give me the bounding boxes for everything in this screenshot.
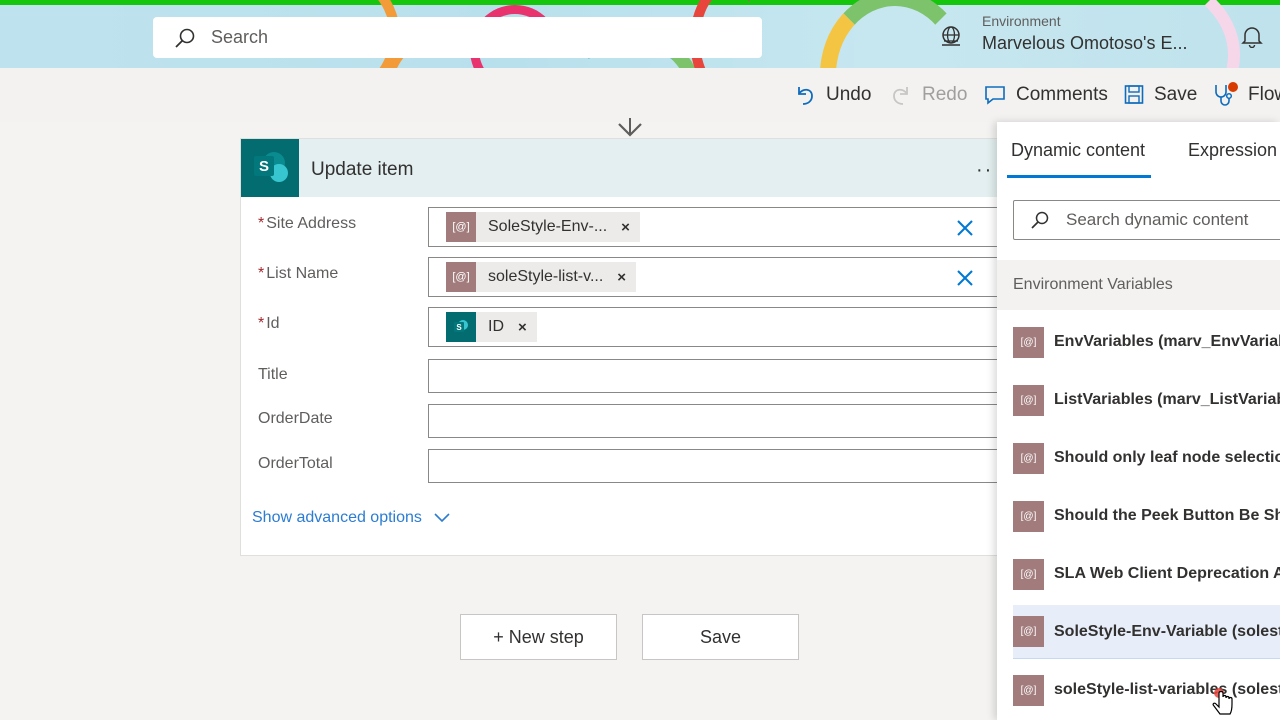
list-name-token[interactable]: [@] soleStyle-list-v... × (446, 262, 637, 292)
section-title: Environment Variables (1013, 276, 1173, 293)
action-title[interactable]: Update item (311, 159, 413, 181)
variable-token-icon: [@] (1013, 442, 1044, 474)
id-label: * Id (258, 315, 280, 332)
global-search-box[interactable]: Search (153, 17, 762, 58)
variable-token-icon: [@] (446, 212, 476, 242)
order-total-input[interactable] (428, 449, 1008, 483)
variable-token-icon: [@] (1013, 674, 1044, 706)
hand-cursor-icon (1210, 685, 1236, 717)
show-advanced-options-link[interactable]: Show advanced options (252, 509, 450, 527)
id-token[interactable]: S ID × (446, 312, 537, 342)
remove-token-icon[interactable]: × (518, 319, 527, 336)
comments-label: Comments (1016, 84, 1108, 105)
undo-button[interactable]: Undo (794, 80, 871, 110)
title-input[interactable] (428, 359, 1008, 393)
notifications-bell-icon[interactable] (1240, 24, 1264, 49)
save-icon (1124, 85, 1144, 104)
search-icon (173, 26, 197, 50)
svg-text:S: S (259, 158, 269, 175)
clear-field-icon[interactable] (956, 219, 974, 237)
variable-token-icon: [@] (1013, 326, 1044, 358)
dynamic-item-label: SoleStyle-Env-Variable (solestyl_ (1054, 622, 1280, 640)
dynamic-item[interactable]: [@] EnvVariables (marv_EnvVariables (1013, 322, 1280, 362)
dynamic-item[interactable]: [@] soleStyle-list-variables (solestyl_ (1013, 670, 1280, 710)
tab-expression[interactable]: Expression (1188, 140, 1277, 161)
action-card-header[interactable]: S Update item ·· (241, 139, 999, 197)
dynamic-item[interactable]: [@] Should only leaf node selection (1013, 438, 1280, 478)
comment-icon (985, 86, 1005, 105)
environment-globe-icon[interactable] (938, 24, 964, 50)
site-address-token[interactable]: [@] SoleStyle-Env-... × (446, 212, 640, 242)
dynamic-item[interactable]: [@] ListVariables (marv_ListVariables (1013, 380, 1280, 420)
connector-arrow-icon (616, 118, 644, 140)
list-name-label: * List Name (258, 265, 339, 282)
stethoscope-icon (1215, 82, 1238, 106)
dynamic-item-label: Should the Peek Button Be Show (1054, 507, 1280, 524)
chevron-down-icon (434, 513, 450, 523)
order-total-label: OrderTotal (258, 455, 333, 472)
redo-label: Redo (922, 84, 968, 105)
comments-button[interactable]: Comments (984, 80, 1108, 110)
order-date-input[interactable] (428, 404, 1008, 438)
more-options-icon[interactable]: ·· (976, 159, 993, 182)
dynamic-item-label: EnvVariables (marv_EnvVariables (1054, 333, 1280, 350)
dynamic-item[interactable]: [@] SLA Web Client Deprecation Ack (1013, 554, 1280, 594)
token-text: SoleStyle-Env-... (488, 218, 608, 235)
dynamic-item-label: Should only leaf node selection (1054, 449, 1280, 466)
dynamic-search-placeholder: Search dynamic content (1066, 210, 1249, 229)
dynamic-content-panel: Dynamic content Expression Search dynami… (997, 122, 1280, 720)
update-item-action-card: S Update item ·· * Site Address [@] SoleS… (240, 138, 1008, 556)
environment-label: Environment (982, 13, 1061, 29)
flow-checker-button[interactable]: Flow (1212, 80, 1280, 110)
order-date-label: OrderDate (258, 410, 333, 427)
save-command-button[interactable]: Save (1124, 80, 1197, 110)
sharepoint-logo-icon: S (241, 139, 299, 197)
top-banner: Search Environment Marvelous Omotoso's E… (0, 0, 1280, 68)
show-advanced-options-label: Show advanced options (252, 509, 422, 526)
active-tab-indicator (1007, 175, 1151, 178)
variable-token-icon: [@] (1013, 558, 1044, 590)
variable-token-icon: [@] (1013, 616, 1044, 647)
flow-checker-label: Flow (1248, 84, 1280, 105)
new-step-button[interactable]: + New step (460, 614, 617, 660)
token-text: ID (488, 318, 504, 335)
dynamic-item-label: soleStyle-list-variables (solestyl_ (1054, 681, 1280, 698)
id-field[interactable]: S ID × (428, 307, 1008, 347)
svg-text:S: S (456, 323, 462, 332)
site-address-field[interactable]: [@] SoleStyle-Env-... × (428, 207, 1008, 247)
title-label: Title (258, 366, 288, 383)
environment-variables-section: Environment Variables (997, 260, 1280, 310)
remove-token-icon[interactable]: × (617, 269, 626, 286)
environment-name[interactable]: Marvelous Omotoso's E... (982, 33, 1188, 54)
dynamic-item[interactable]: [@] Should the Peek Button Be Show (1013, 496, 1280, 536)
dynamic-item-hovered[interactable]: [@] SoleStyle-Env-Variable (solestyl_ (1013, 605, 1280, 659)
redo-button[interactable]: Redo (890, 80, 967, 110)
variable-token-icon: [@] (1013, 384, 1044, 416)
token-text: soleStyle-list-v... (488, 268, 604, 285)
dynamic-content-search[interactable]: Search dynamic content (1013, 200, 1280, 240)
variable-token-icon: [@] (1013, 500, 1044, 532)
dynamic-item-label: ListVariables (marv_ListVariables (1054, 391, 1280, 408)
tab-dynamic-content[interactable]: Dynamic content (1011, 140, 1145, 161)
redo-icon (893, 87, 908, 105)
save-command-label: Save (1154, 84, 1198, 105)
dynamic-item-label: SLA Web Client Deprecation Ack (1054, 565, 1280, 582)
list-name-field[interactable]: [@] soleStyle-list-v... × (428, 257, 1008, 297)
variable-token-icon: [@] (446, 262, 476, 292)
undo-label: Undo (826, 84, 872, 105)
clear-field-icon[interactable] (956, 269, 974, 287)
sharepoint-token-icon: S (446, 312, 476, 342)
remove-token-icon[interactable]: × (621, 219, 630, 236)
site-address-label: * Site Address (258, 215, 357, 232)
undo-icon (798, 87, 813, 105)
search-icon (1030, 210, 1050, 230)
global-search-placeholder: Search (211, 27, 269, 47)
save-flow-button[interactable]: Save (642, 614, 799, 660)
